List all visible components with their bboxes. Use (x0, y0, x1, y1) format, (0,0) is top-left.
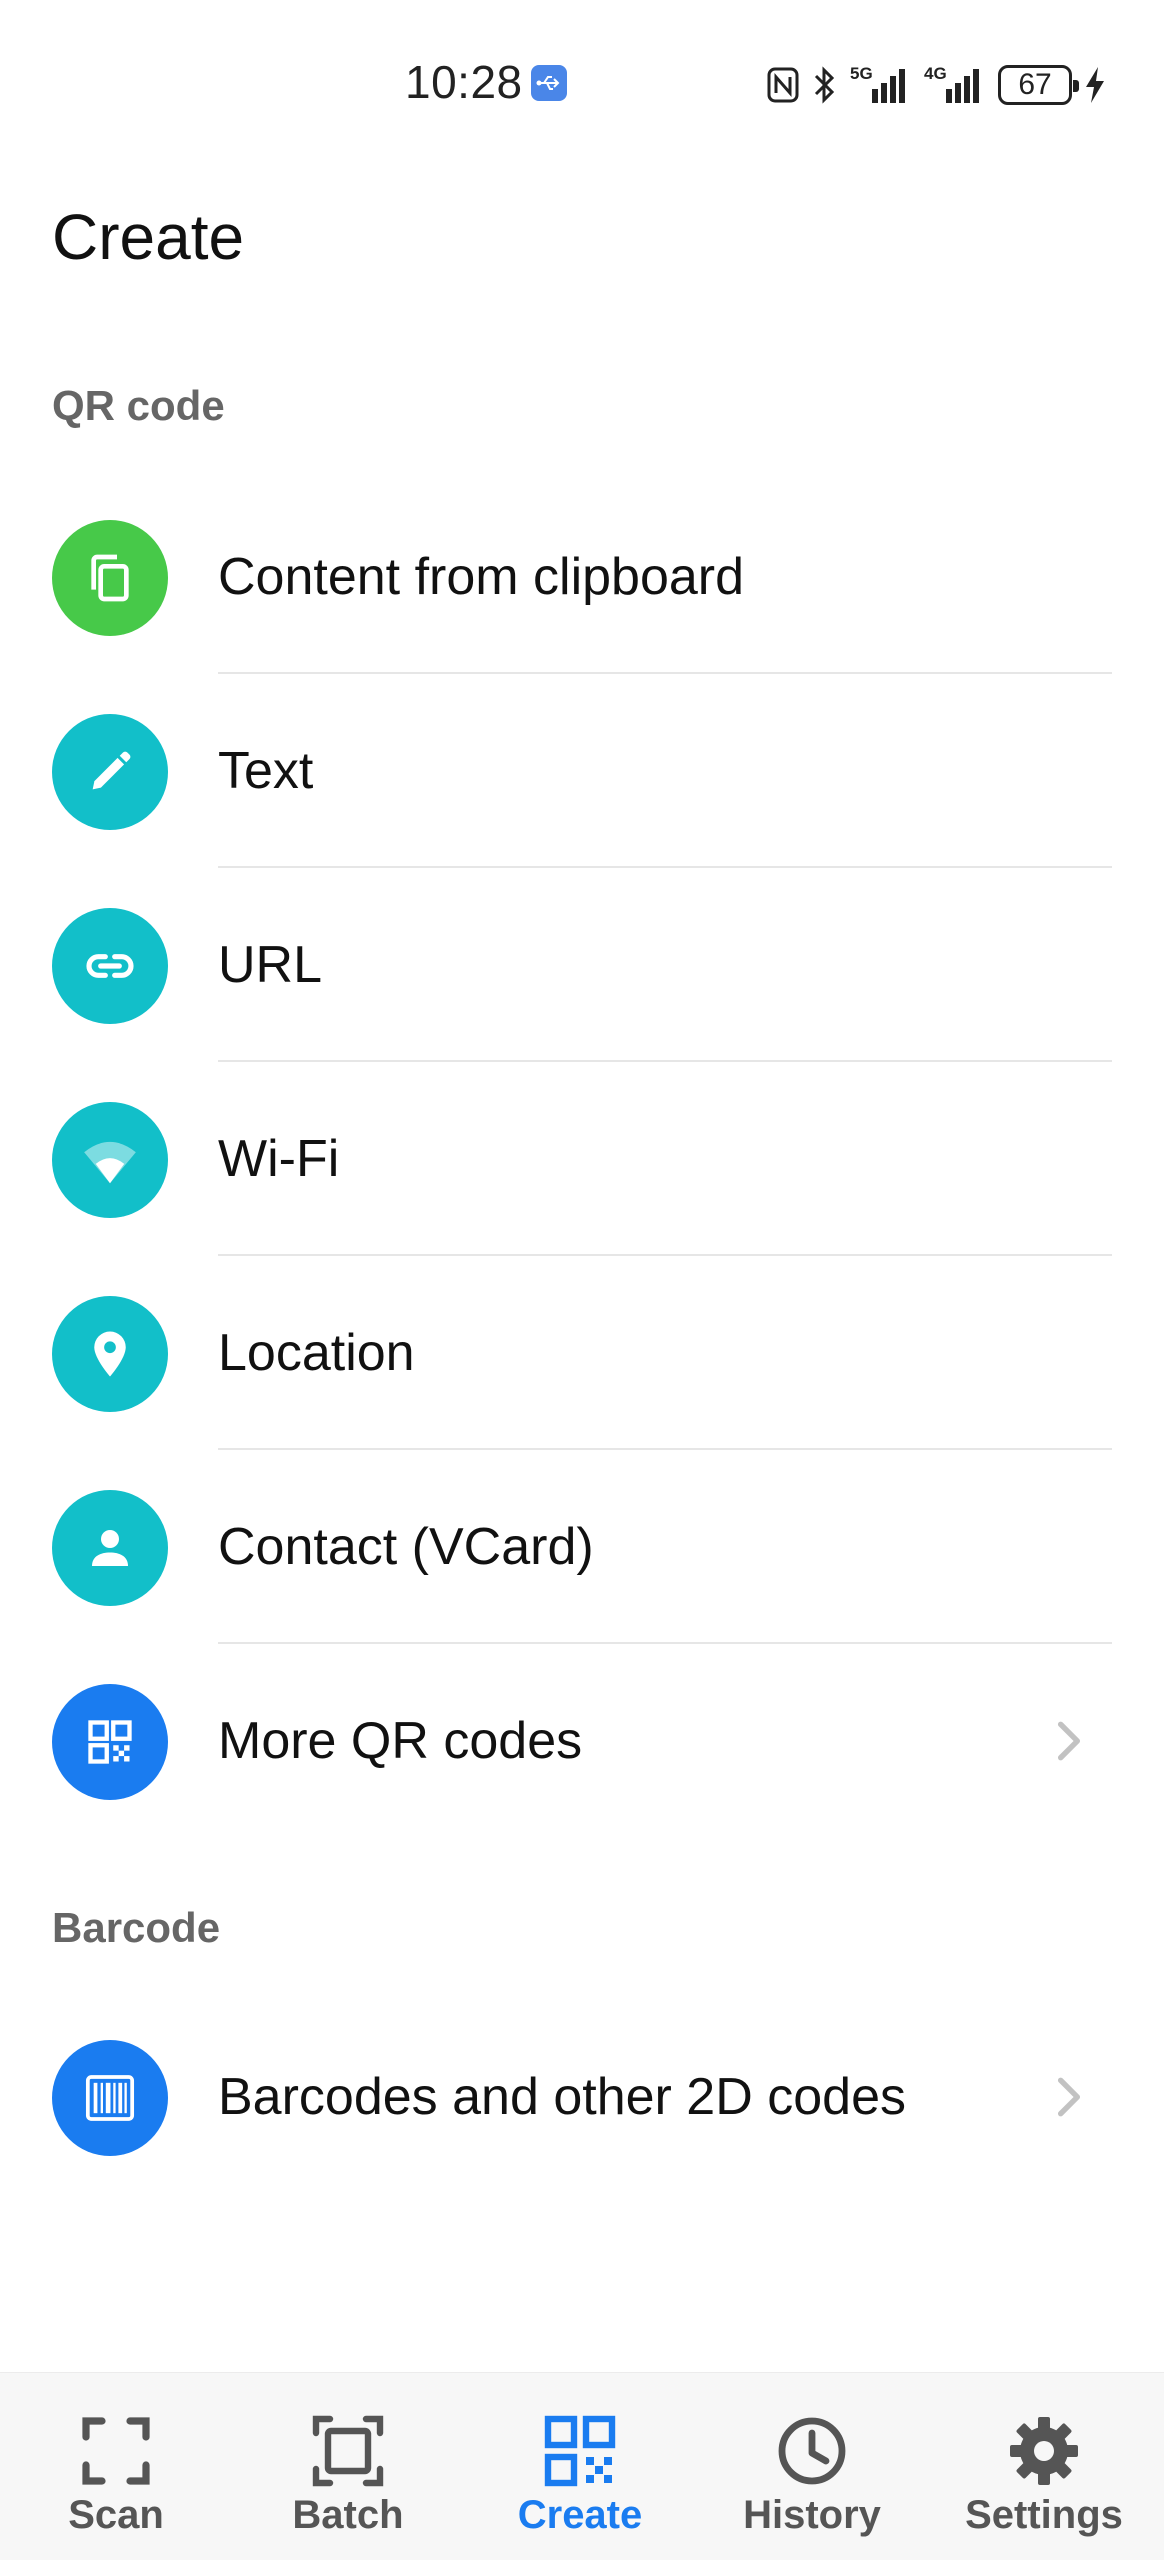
gear-icon (1010, 2417, 1078, 2485)
list-item-text[interactable]: Text (0, 674, 1164, 868)
signal-5g-icon: 5G (850, 64, 905, 103)
bluetooth-icon (814, 66, 835, 104)
person-icon (52, 1490, 168, 1606)
nfc-icon (767, 67, 799, 103)
clipboard-copy-icon (52, 520, 168, 636)
item-label: URL (218, 936, 323, 994)
status-icons: 5G 4G 67 (766, 58, 1106, 112)
svg-text:5G: 5G (850, 64, 873, 83)
screen: 10:28 5G 4G 67 Create QR code Content fr… (0, 0, 1164, 2560)
item-label: Location (218, 1324, 415, 1382)
nav-scan[interactable]: Scan (0, 2373, 232, 2560)
list-item-url[interactable]: URL (0, 868, 1164, 1062)
list-item-location[interactable]: Location (0, 1256, 1164, 1450)
item-label: Barcodes and other 2D codes (218, 2068, 906, 2126)
nav-label: Settings (965, 2493, 1123, 2537)
batch-frame-icon (312, 2415, 384, 2487)
nav-batch[interactable]: Batch (232, 2373, 464, 2560)
status-time: 10:28 (405, 56, 523, 108)
nav-label: History (743, 2493, 881, 2537)
usb-icon (531, 65, 567, 101)
battery-level: 67 (1018, 68, 1052, 101)
list-item-more-qr-codes[interactable]: More QR codes (0, 1644, 1164, 1838)
barcode-icon (52, 2040, 168, 2156)
section-header-barcode: Barcode (52, 1904, 221, 1951)
wifi-icon (52, 1102, 168, 1218)
pencil-icon (52, 714, 168, 830)
chevron-right-icon (1057, 2077, 1081, 2117)
nav-history[interactable]: History (696, 2373, 928, 2560)
bottom-nav: Scan Batch Create History Settings (0, 2372, 1164, 2560)
signal-4g-icon: 4G (924, 64, 979, 103)
item-label: Contact (VCard) (218, 1518, 594, 1576)
nav-create[interactable]: Create (464, 2373, 696, 2560)
list-item-contact-vcard[interactable]: Contact (VCard) (0, 1450, 1164, 1644)
qr-code-icon (544, 2415, 616, 2487)
list-item-wifi[interactable]: Wi-Fi (0, 1062, 1164, 1256)
scan-frame-icon (82, 2417, 150, 2485)
nav-label: Batch (292, 2493, 404, 2537)
nav-settings[interactable]: Settings (928, 2373, 1160, 2560)
section-header-qr-code: QR code (52, 382, 225, 429)
list-item-content-from-clipboard[interactable]: Content from clipboard (0, 480, 1164, 674)
item-label: Content from clipboard (218, 548, 745, 606)
location-pin-icon (52, 1296, 168, 1412)
page-title: Create (52, 201, 245, 273)
svg-text:4G: 4G (924, 64, 947, 83)
item-label: Wi-Fi (218, 1130, 340, 1188)
clock-icon (778, 2417, 846, 2485)
link-icon (52, 908, 168, 1024)
status-bar: 10:28 5G 4G 67 (0, 0, 1164, 170)
list-item-barcodes[interactable]: Barcodes and other 2D codes (0, 2000, 1164, 2194)
nav-label: Scan (68, 2493, 164, 2537)
qr-code-icon (52, 1684, 168, 1800)
item-label: Text (218, 742, 314, 800)
item-label: More QR codes (218, 1712, 583, 1770)
nav-label: Create (517, 2493, 643, 2537)
chevron-right-icon (1057, 1721, 1081, 1761)
battery-indicator: 67 (998, 65, 1079, 105)
charging-bolt-icon (1086, 67, 1104, 103)
